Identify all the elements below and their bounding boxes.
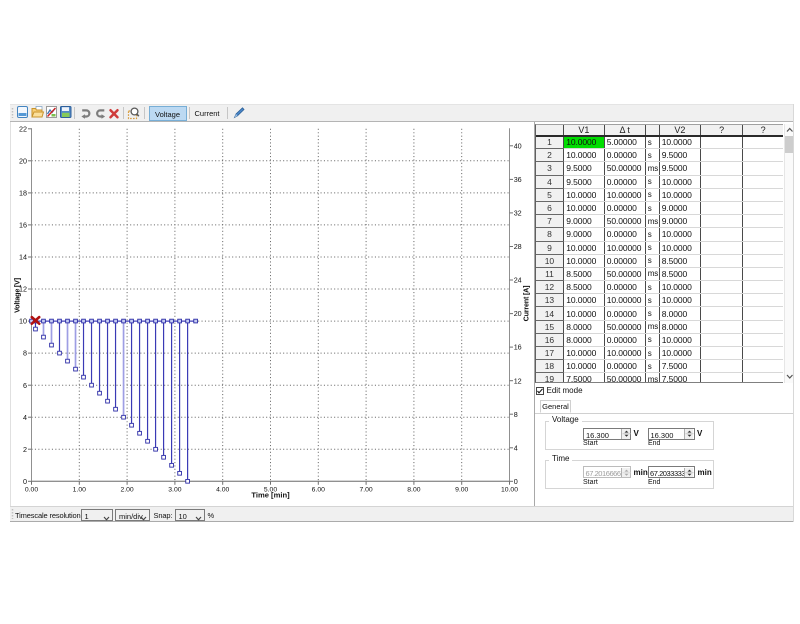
- svg-text:32: 32: [514, 209, 522, 218]
- svg-text:8.00: 8.00: [407, 487, 420, 494]
- svg-text:16: 16: [514, 343, 522, 352]
- svg-text:Time [min]: Time [min]: [251, 491, 290, 500]
- svg-text:2.00: 2.00: [120, 487, 133, 494]
- svg-text:8: 8: [514, 410, 518, 419]
- svg-text:0: 0: [23, 477, 27, 486]
- svg-text:16: 16: [19, 221, 27, 230]
- svg-text:Current [A]: Current [A]: [522, 286, 531, 322]
- svg-text:3.00: 3.00: [168, 487, 181, 494]
- svg-text:2: 2: [23, 445, 27, 454]
- svg-text:40: 40: [514, 141, 522, 150]
- svg-text:14: 14: [19, 253, 27, 262]
- svg-text:Voltage [V]: Voltage [V]: [13, 278, 22, 313]
- svg-text:4.00: 4.00: [216, 487, 229, 494]
- svg-text:8: 8: [23, 349, 27, 358]
- svg-text:4: 4: [514, 443, 518, 452]
- svg-text:28: 28: [514, 242, 522, 251]
- svg-text:20: 20: [19, 156, 27, 165]
- svg-text:10.00: 10.00: [501, 487, 518, 494]
- svg-text:0: 0: [514, 477, 518, 486]
- svg-text:24: 24: [514, 276, 522, 285]
- svg-text:12: 12: [514, 376, 522, 385]
- svg-text:36: 36: [514, 175, 522, 184]
- svg-text:20: 20: [514, 309, 522, 318]
- svg-text:0.00: 0.00: [25, 487, 38, 494]
- svg-text:22: 22: [19, 124, 27, 133]
- svg-text:18: 18: [19, 189, 27, 198]
- svg-text:7.00: 7.00: [359, 487, 372, 494]
- svg-text:10: 10: [19, 317, 27, 326]
- svg-text:1.00: 1.00: [73, 487, 86, 494]
- svg-text:6: 6: [23, 381, 27, 390]
- svg-text:9.00: 9.00: [455, 487, 468, 494]
- svg-text:4: 4: [23, 413, 27, 422]
- svg-text:6.00: 6.00: [312, 487, 325, 494]
